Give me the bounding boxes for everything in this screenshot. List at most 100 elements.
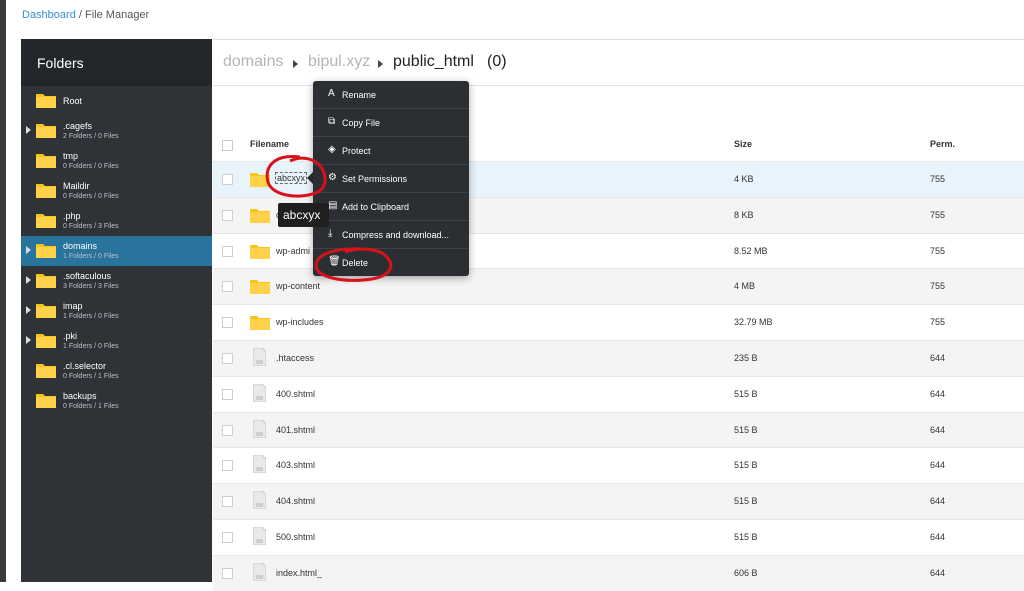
sidebar-folder-name: imap	[63, 301, 83, 311]
path-item-count: (0)	[487, 53, 507, 70]
sidebar-folder-item[interactable]: Root	[21, 86, 212, 116]
context-set-permissions[interactable]: ⚙ Set Permissions	[313, 165, 469, 193]
folders-sidebar: Folders Root .cagefs 2 Folders / 0 Files tm…	[21, 39, 212, 582]
expand-caret-icon[interactable]	[26, 126, 31, 134]
folder-icon	[36, 244, 56, 258]
row-checkbox[interactable]	[222, 174, 233, 185]
row-permissions[interactable]: 644	[930, 425, 945, 435]
row-checkbox[interactable]	[222, 353, 233, 364]
sidebar-folder-meta: 0 Folders / 0 Files	[63, 193, 119, 200]
row-permissions[interactable]: 755	[930, 246, 945, 256]
row-filename[interactable]: index.html_	[276, 568, 322, 578]
sidebar-folder-item[interactable]: .softaculous 3 Folders / 3 Files	[21, 266, 212, 296]
row-checkbox[interactable]	[222, 460, 233, 472]
row-permissions[interactable]: 755	[930, 317, 945, 327]
row-size: 515 B	[734, 460, 758, 471]
path-segment-current: public_html	[393, 53, 474, 70]
table-row[interactable]: 403.shtml 515 B 644	[213, 447, 1024, 483]
download-icon: ⤓	[328, 228, 333, 239]
row-size: 515 B	[734, 532, 758, 542]
folder-icon	[36, 304, 56, 318]
sidebar-folder-item[interactable]: tmp 0 Folders / 0 Files	[21, 146, 212, 176]
row-filename[interactable]: wp-admi	[276, 246, 310, 256]
sidebar-folder-item[interactable]: Maildir 0 Folders / 0 Files	[21, 176, 212, 206]
folder-icon	[36, 334, 56, 348]
context-protect[interactable]: ◈ Protect	[313, 137, 469, 165]
row-checkbox[interactable]	[222, 496, 233, 508]
sidebar-folder-meta: 2 Folders / 0 Files	[63, 133, 119, 140]
sidebar-folder-item[interactable]: imap 1 Folders / 0 Files	[21, 296, 212, 326]
row-checkbox[interactable]	[222, 245, 233, 257]
row-permissions[interactable]: 755	[930, 281, 945, 291]
row-filename[interactable]: .htaccess	[276, 353, 314, 363]
column-perm[interactable]: Perm.	[930, 139, 955, 149]
file-icon	[252, 490, 267, 510]
breadcrumb-dashboard-link[interactable]: Dashboard	[22, 9, 76, 21]
expand-caret-icon[interactable]	[26, 276, 31, 284]
row-permissions[interactable]: 755	[930, 174, 945, 184]
context-add-to-clipboard[interactable]: ▤ Add to Clipboard	[313, 193, 469, 221]
row-filename[interactable]: wp-content	[276, 281, 320, 291]
sidebar-folder-item[interactable]: .php 0 Folders / 3 Files	[21, 206, 212, 236]
table-row[interactable]: 500.shtml 515 B 644	[213, 519, 1024, 555]
row-permissions[interactable]: 644	[930, 496, 945, 506]
context-rename[interactable]: A Rename	[313, 81, 469, 109]
table-row[interactable]: index.html_ 606 B 644	[213, 554, 1024, 591]
select-all-checkbox[interactable]	[222, 140, 233, 151]
row-filename[interactable]: 404.shtml	[276, 496, 315, 506]
column-filename[interactable]: Filename	[250, 139, 289, 149]
gear-icon: ⚙	[328, 172, 337, 183]
row-filename[interactable]: wp-includes	[276, 317, 324, 327]
row-checkbox[interactable]	[222, 532, 233, 543]
sidebar-folder-item[interactable]: .pki 1 Folders / 0 Files	[21, 326, 212, 356]
clipboard-icon: ▤	[328, 200, 338, 211]
row-permissions[interactable]: 755	[930, 210, 945, 220]
row-filename[interactable]: abcxyx	[275, 172, 308, 184]
context-item-label: Protect	[342, 146, 371, 156]
sidebar-folder-item[interactable]: .cagefs 2 Folders / 0 Files	[21, 116, 212, 146]
expand-caret-icon[interactable]	[26, 336, 31, 344]
sidebar-folder-item[interactable]: domains 1 Folders / 0 Files	[21, 236, 212, 266]
row-checkbox[interactable]	[222, 424, 233, 436]
sidebar-folder-meta: 1 Folders / 0 Files	[63, 253, 119, 260]
row-permissions[interactable]: 644	[930, 460, 945, 470]
row-checkbox[interactable]	[222, 209, 233, 221]
sidebar-folder-item[interactable]: backups 0 Folders / 1 Files	[21, 386, 212, 416]
row-filename[interactable]: 401.shtml	[276, 425, 315, 435]
row-size: 515 B	[734, 388, 758, 399]
context-delete[interactable]: 🗑 Delete	[313, 249, 469, 277]
folder-icon	[250, 173, 270, 187]
context-item-label: Compress and download...	[342, 230, 450, 240]
path-segment-domain[interactable]: bipul.xyz	[308, 53, 370, 71]
row-filename[interactable]: 403.shtml	[276, 460, 315, 470]
expand-caret-icon[interactable]	[26, 306, 31, 314]
path-segment-domains[interactable]: domains	[223, 53, 283, 71]
context-compress-download[interactable]: ⤓ Compress and download...	[313, 221, 469, 249]
sidebar-folder-name: .softaculous	[63, 271, 112, 281]
row-permissions[interactable]: 644	[930, 389, 945, 399]
table-row[interactable]: 401.shtml 515 B 644	[213, 411, 1024, 448]
row-size: 515 B	[734, 424, 758, 435]
column-size[interactable]: Size	[734, 139, 752, 149]
breadcrumb: Dashboard / File Manager	[22, 9, 149, 21]
table-row[interactable]: .htaccess 235 B 644	[213, 340, 1024, 376]
row-permissions[interactable]: 644	[930, 532, 945, 542]
row-permissions[interactable]: 644	[930, 568, 945, 578]
row-checkbox[interactable]	[222, 281, 233, 293]
table-row[interactable]: 400.shtml 515 B 644	[213, 375, 1024, 412]
sidebar-folder-meta: 0 Folders / 3 Files	[63, 223, 119, 230]
sidebar-folder-name: .pki	[63, 331, 78, 341]
row-checkbox[interactable]	[222, 567, 233, 579]
row-checkbox[interactable]	[222, 388, 233, 400]
row-permissions[interactable]: 644	[930, 353, 945, 363]
sidebar-folder-item[interactable]: .cl.selector 0 Folders / 1 Files	[21, 356, 212, 386]
table-row[interactable]: 404.shtml 515 B 644	[213, 483, 1024, 519]
context-copy-file[interactable]: ⧉ Copy File	[313, 109, 469, 137]
row-checkbox[interactable]	[222, 317, 233, 329]
table-row[interactable]: wp-includes 32.79 MB 755	[213, 304, 1024, 340]
sidebar-folder-name: tmp	[63, 151, 79, 161]
window-edge	[0, 0, 6, 582]
row-filename[interactable]: 500.shtml	[276, 532, 315, 542]
row-filename[interactable]: 400.shtml	[276, 389, 315, 399]
expand-caret-icon[interactable]	[26, 246, 31, 254]
